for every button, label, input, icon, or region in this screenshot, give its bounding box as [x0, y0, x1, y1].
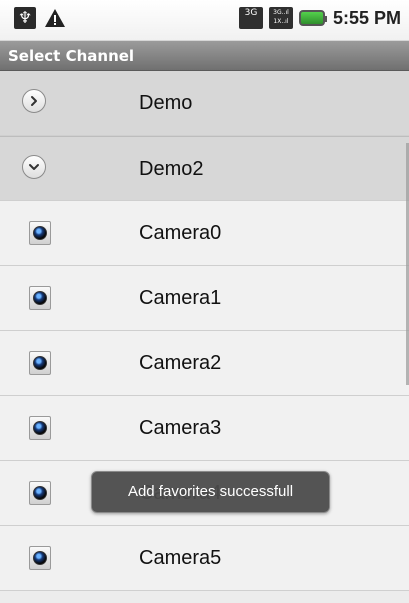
camera-lens — [33, 226, 47, 240]
channel-row-camera2[interactable]: Camera2 — [0, 331, 409, 396]
camera-lens — [33, 551, 47, 565]
channel-row-camera3[interactable]: Camera3 — [0, 396, 409, 461]
camera-icon — [29, 286, 51, 310]
toast-message: Add favorites successfull — [91, 471, 330, 513]
app-screen: ♆ 3G 3G..ıl 1X..ıl 5:55 PM Select Channe… — [0, 0, 409, 603]
channel-label: Camera3 — [139, 417, 222, 439]
camera-lens — [33, 291, 47, 305]
signal-icon: 3G..ıl 1X..ıl — [268, 7, 293, 29]
page-title: Select Channel — [0, 41, 409, 71]
camera-lens — [33, 356, 47, 370]
channel-label: Camera5 — [139, 547, 222, 569]
group-label: Demo2 — [139, 158, 204, 180]
camera-icon — [29, 416, 51, 440]
group-row-demo2[interactable]: Demo2 — [0, 136, 409, 201]
camera-icon — [29, 221, 51, 245]
camera-lens — [33, 486, 47, 500]
chevron-down-icon[interactable] — [22, 155, 46, 179]
status-left: ♆ — [14, 7, 66, 29]
group-label: Demo — [139, 92, 193, 114]
status-time: 5:55 PM — [332, 7, 401, 28]
3g-icon: 3G — [238, 7, 263, 29]
channel-row-camera0[interactable]: Camera0 — [0, 201, 409, 266]
camera-icon — [29, 351, 51, 375]
signal-label: 3G..ıl 1X..ıl — [273, 9, 289, 25]
group-row-demo[interactable]: Demo — [0, 71, 409, 136]
warning-icon — [44, 7, 66, 29]
camera-icon — [29, 481, 51, 505]
channel-row-camera5[interactable]: Camera5 — [0, 526, 409, 591]
status-bar: ♆ 3G 3G..ıl 1X..ıl 5:55 PM — [0, 0, 409, 41]
channel-label: Camera2 — [139, 352, 222, 374]
status-right: 3G 3G..ıl 1X..ıl 5:55 PM — [238, 7, 401, 29]
channel-row-camera1[interactable]: Camera1 — [0, 266, 409, 331]
battery-icon — [298, 10, 327, 26]
usb-icon: ♆ — [14, 7, 36, 29]
camera-icon — [29, 546, 51, 570]
chevron-right-icon[interactable] — [22, 89, 46, 113]
channel-label: Camera1 — [139, 287, 222, 309]
channel-list[interactable]: Demo Demo2 Camera0 Camera1 Camera2 Camer… — [0, 71, 409, 591]
channel-label: Camera0 — [139, 222, 222, 244]
3g-label: 3G — [244, 8, 258, 18]
camera-lens — [33, 421, 47, 435]
